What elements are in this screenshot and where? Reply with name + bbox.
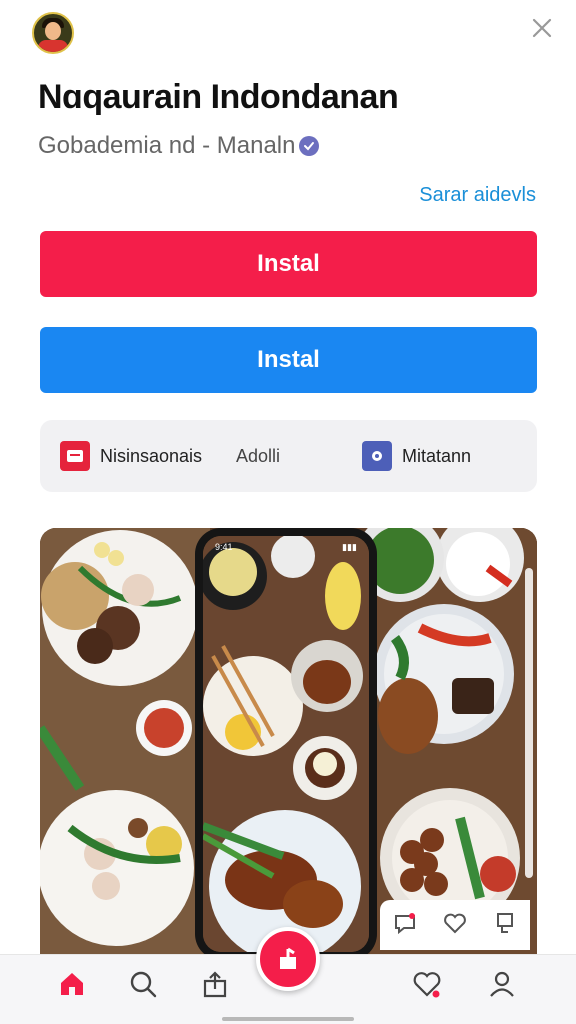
activity-heart-icon[interactable]: [410, 967, 444, 1001]
info-item-1-label: Nisinsaonais: [100, 445, 203, 466]
see-details-link[interactable]: Sarar aidevls: [419, 184, 536, 207]
search-icon[interactable]: [126, 967, 160, 1001]
info-item-2-label: Adolli: [236, 445, 281, 466]
message-icon: [60, 441, 90, 471]
phone-mockup: 9:41 ▮▮▮: [195, 528, 377, 954]
phone-food-image: [203, 536, 369, 952]
info-item-1[interactable]: Nisinsaonais: [60, 441, 220, 471]
app-info-bar: Nisinsaonais Adolli Mitatann: [40, 420, 537, 492]
info-item-2[interactable]: Adolli: [220, 446, 362, 467]
bookmark-icon[interactable]: [492, 910, 518, 941]
home-indicator: [222, 1017, 354, 1021]
profile-icon[interactable]: [485, 967, 519, 1001]
share-icon[interactable]: [198, 967, 232, 1001]
close-icon[interactable]: [530, 16, 554, 40]
user-avatar-icon[interactable]: [32, 12, 74, 54]
verified-badge-icon: [299, 136, 320, 156]
gear-badge-icon: [362, 441, 392, 471]
post-actions: [380, 900, 530, 950]
add-post-icon[interactable]: [256, 927, 320, 991]
phone-screen: 9:41 ▮▮▮: [203, 536, 369, 952]
heart-icon[interactable]: [442, 910, 468, 941]
phone-status-bar: 9:41 ▮▮▮: [203, 536, 369, 558]
developer-label: Gobademia nd - Manaln: [38, 132, 296, 159]
phone-time: 9:41: [215, 542, 233, 552]
gallery-scrollbar[interactable]: [525, 568, 533, 878]
info-item-3[interactable]: Mitatann: [362, 441, 471, 471]
home-icon[interactable]: [55, 967, 89, 1001]
install-button-primary[interactable]: Instal: [40, 231, 537, 297]
app-screenshot-gallery[interactable]: 9:41 ▮▮▮: [40, 528, 537, 954]
info-item-3-label: Mitatann: [402, 445, 472, 466]
app-title: Nɑqaurain Indondanan: [38, 78, 399, 116]
developer-name: Gobademia nd - Manaln: [38, 132, 320, 160]
install-button-secondary[interactable]: Instal: [40, 327, 537, 393]
comment-icon[interactable]: [392, 910, 418, 941]
phone-signal-icon: ▮▮▮: [342, 541, 357, 552]
bottom-navigation: [0, 927, 576, 1024]
